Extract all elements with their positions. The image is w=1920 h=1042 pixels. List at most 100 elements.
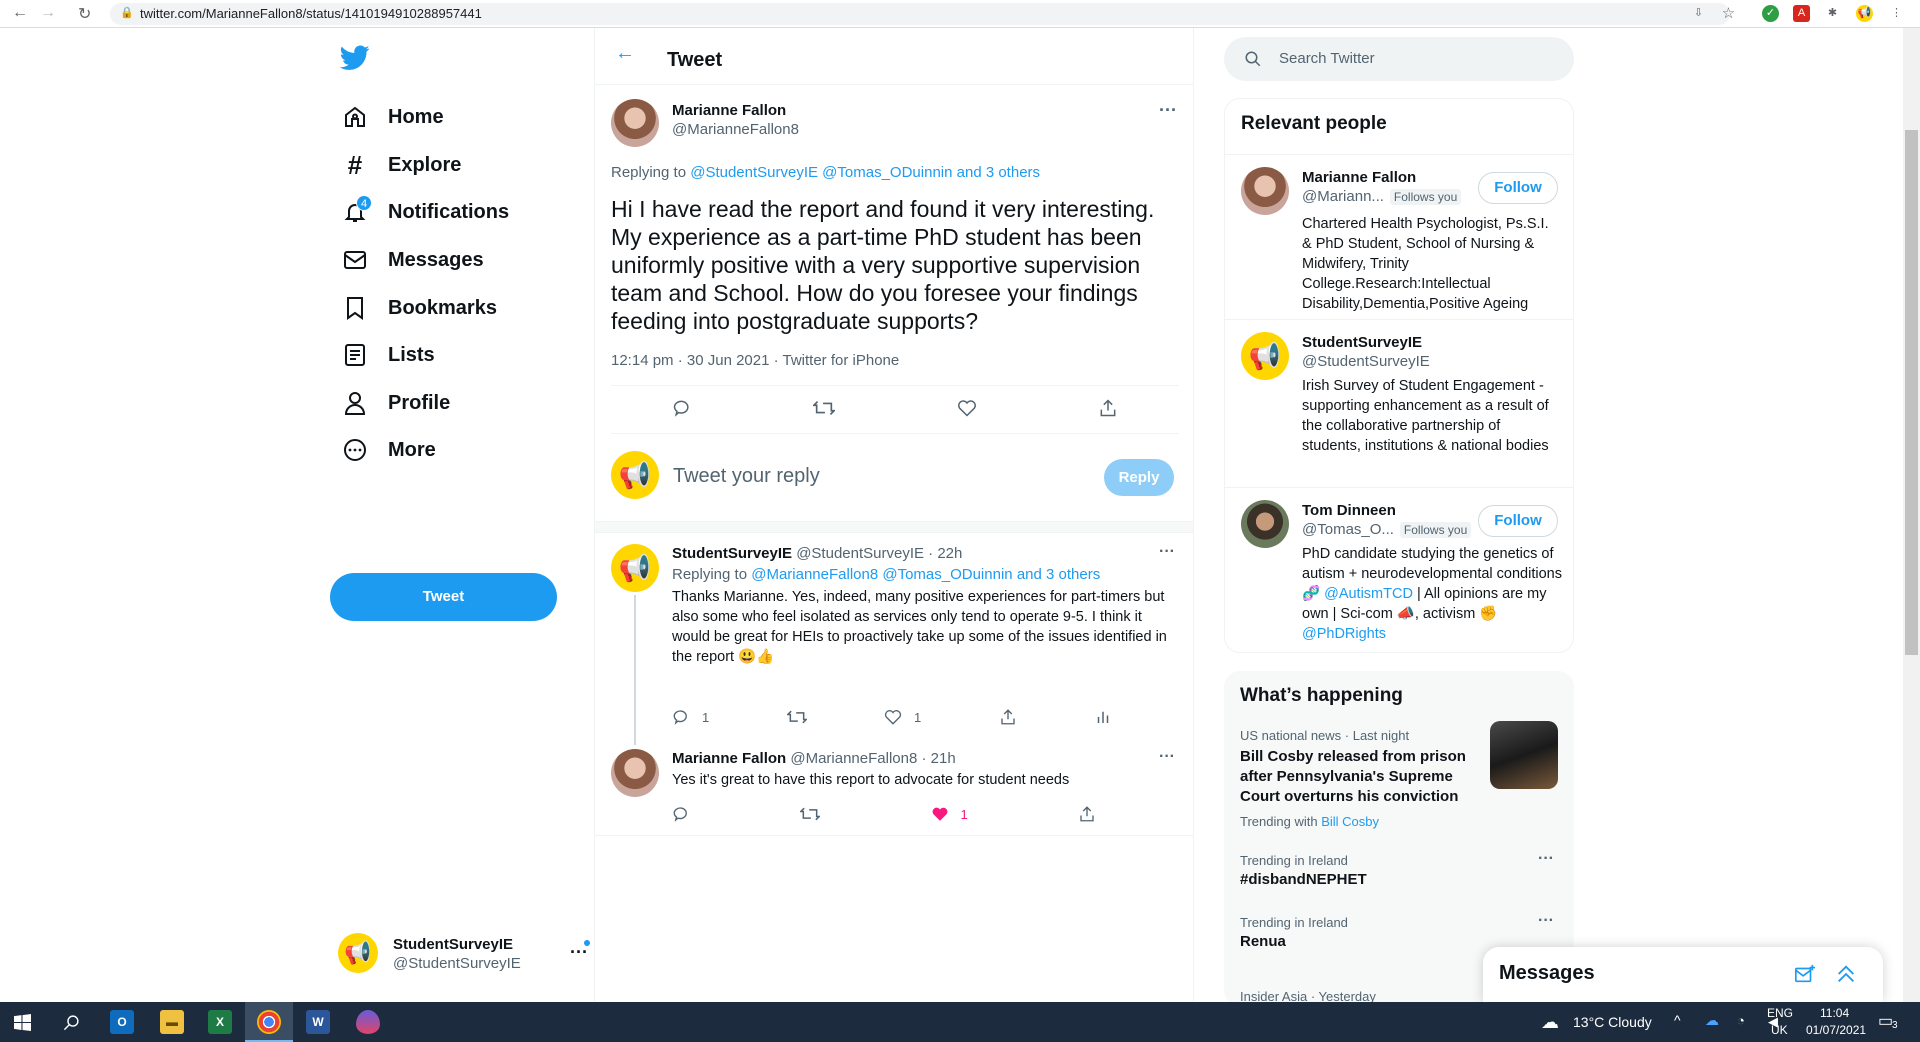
avatar[interactable] <box>611 99 659 147</box>
trend-item[interactable]: US national news · Last night Bill Cosby… <box>1224 721 1574 829</box>
avatar[interactable]: 📢 <box>1241 332 1289 380</box>
profile-avatar-icon[interactable]: 📢 <box>1856 5 1873 22</box>
address-bar[interactable]: 🔒 twitter.com/MarianneFallon8/status/141… <box>110 3 1730 25</box>
drop-app-icon[interactable] <box>356 1010 380 1034</box>
outlook-icon[interactable]: O <box>110 1010 134 1034</box>
person-name[interactable]: Tom Dinneen <box>1302 502 1396 519</box>
more-options-icon[interactable]: ··· <box>1159 100 1177 121</box>
nav-explore[interactable]: # Explore <box>340 143 462 187</box>
avatar[interactable] <box>1241 500 1289 548</box>
language-region[interactable]: UK <box>1771 1023 1788 1037</box>
reply-input[interactable]: Tweet your reply <box>673 465 820 488</box>
tweet-button[interactable]: Tweet <box>330 573 557 621</box>
person-row[interactable]: Tom Dinneen @Tomas_O... Follows you Follo… <box>1225 487 1573 652</box>
new-message-icon[interactable] <box>1794 963 1816 985</box>
search-input[interactable]: Search Twitter <box>1279 50 1375 67</box>
replying-others-link[interactable]: and 3 others <box>957 164 1040 181</box>
excel-icon[interactable]: X <box>208 1010 232 1034</box>
avatar[interactable]: 📢 <box>611 544 659 592</box>
nav-lists[interactable]: Lists <box>340 333 435 377</box>
reply-icon[interactable] <box>672 805 690 823</box>
person-name[interactable]: StudentSurveyIE <box>1302 334 1422 351</box>
analytics-icon[interactable] <box>1094 708 1112 726</box>
like-action[interactable]: 1 <box>884 708 921 726</box>
nav-messages[interactable]: Messages <box>340 238 484 282</box>
install-icon[interactable]: ⇩ <box>1690 5 1707 22</box>
reply-tweet[interactable]: Marianne Fallon @MarianneFallon8 · 21h ·… <box>595 743 1193 836</box>
back-arrow-icon[interactable]: ← <box>615 42 635 65</box>
scrollbar-thumb[interactable] <box>1905 130 1918 655</box>
reply-author-name[interactable]: Marianne Fallon <box>672 750 786 767</box>
clock-time[interactable]: 11:04 <box>1820 1006 1849 1020</box>
onedrive-icon[interactable]: ☁ <box>1705 1012 1719 1029</box>
language-code[interactable]: ENG <box>1767 1006 1793 1020</box>
reply-icon[interactable] <box>672 398 692 418</box>
word-icon[interactable]: W <box>306 1010 330 1034</box>
avatar[interactable] <box>1241 167 1289 215</box>
search-box[interactable]: Search Twitter <box>1224 37 1574 81</box>
clock-date[interactable]: 01/07/2021 <box>1806 1023 1866 1037</box>
share-icon[interactable] <box>1098 398 1118 418</box>
share-icon[interactable] <box>1078 805 1096 823</box>
more-options-icon[interactable]: ··· <box>1538 912 1554 930</box>
tweet-author-handle[interactable]: @MarianneFallon8 <box>672 121 799 138</box>
replying-others-link[interactable]: and 3 others <box>1017 566 1100 583</box>
share-icon[interactable] <box>999 708 1017 726</box>
person-row[interactable]: Marianne Fallon @Mariann... Follows you F… <box>1225 154 1573 319</box>
reply-tweet[interactable]: 📢 StudentSurveyIE @StudentSurveyIE · 22h… <box>595 533 1193 745</box>
forward-icon[interactable]: → <box>40 4 56 22</box>
person-name[interactable]: Marianne Fallon <box>1302 169 1416 186</box>
search-icon[interactable] <box>63 1014 80 1031</box>
nav-bookmarks[interactable]: Bookmarks <box>340 286 497 330</box>
windows-start-icon[interactable] <box>14 1014 31 1031</box>
twitter-logo-icon[interactable] <box>340 45 370 71</box>
extensions-puzzle-icon[interactable]: ✱ <box>1824 5 1841 22</box>
nav-profile[interactable]: Profile <box>340 381 450 425</box>
notification-center-icon[interactable]: ▭ <box>1878 1011 1893 1031</box>
bio-link[interactable]: @AutismTCD <box>1324 586 1413 602</box>
browser-menu-icon[interactable]: ⋮ <box>1888 5 1905 22</box>
trending-with-link[interactable]: Bill Cosby <box>1321 814 1379 829</box>
back-icon[interactable]: ← <box>12 4 28 22</box>
more-options-icon[interactable]: ··· <box>1159 748 1175 766</box>
expand-up-icon[interactable] <box>1835 963 1857 985</box>
trending-with-label: Trending with <box>1240 814 1318 829</box>
reload-icon[interactable]: ↻ <box>78 4 91 24</box>
replying-to-link[interactable]: @MarianneFallon8 @Tomas_ODuinnin <box>751 566 1012 583</box>
replying-to-link[interactable]: @StudentSurveyIE @Tomas_ODuinnin <box>690 164 952 181</box>
follow-button[interactable]: Follow <box>1478 172 1558 204</box>
trend-item[interactable]: Trending in Ireland Renua ··· <box>1224 903 1574 953</box>
messages-drawer[interactable]: Messages <box>1483 947 1883 1002</box>
bookmark-star-icon[interactable]: ☆ <box>1720 5 1737 22</box>
retweet-icon[interactable] <box>786 708 807 726</box>
reply-button[interactable]: Reply <box>1104 459 1174 496</box>
like-icon[interactable] <box>957 398 977 418</box>
tweet-author-name[interactable]: Marianne Fallon <box>672 102 786 119</box>
nav-label: Notifications <box>388 200 510 223</box>
nav-home[interactable]: Home <box>340 95 444 139</box>
trend-item[interactable]: Trending in Ireland #disbandNEPHET ··· <box>1224 841 1574 891</box>
chevron-up-icon[interactable]: ^ <box>1674 1012 1681 1028</box>
liked-action[interactable]: 1 <box>931 805 968 823</box>
avatar: 📢 <box>611 451 659 499</box>
avatar[interactable] <box>611 749 659 797</box>
wifi-icon[interactable]: ◔ <box>1737 1013 1745 1028</box>
nav-more[interactable]: More <box>340 428 436 472</box>
retweet-icon[interactable] <box>813 398 836 418</box>
bio-link[interactable]: @PhDRights <box>1302 626 1386 642</box>
account-switcher[interactable]: 📢 StudentSurveyIE @StudentSurveyIE ··· <box>338 930 590 980</box>
extension-pdf-icon[interactable]: A <box>1793 5 1810 22</box>
reply-author-name[interactable]: StudentSurveyIE <box>672 545 792 562</box>
follow-button[interactable]: Follow <box>1478 505 1558 537</box>
nav-notifications[interactable]: 4 Notifications <box>340 190 509 234</box>
person-handle: @StudentSurveyIE <box>1302 353 1430 370</box>
chrome-icon[interactable] <box>257 1010 281 1034</box>
weather-text[interactable]: 13°C Cloudy <box>1573 1014 1652 1030</box>
more-options-icon[interactable]: ··· <box>1159 543 1175 561</box>
reply-action[interactable]: 1 <box>672 708 709 726</box>
person-row[interactable]: 📢 StudentSurveyIE @StudentSurveyIE Irish… <box>1225 319 1573 487</box>
more-options-icon[interactable]: ··· <box>1538 850 1554 868</box>
extension-check-icon[interactable]: ✓ <box>1762 5 1779 22</box>
file-explorer-icon[interactable]: ▬ <box>160 1010 184 1034</box>
retweet-icon[interactable] <box>800 805 821 823</box>
